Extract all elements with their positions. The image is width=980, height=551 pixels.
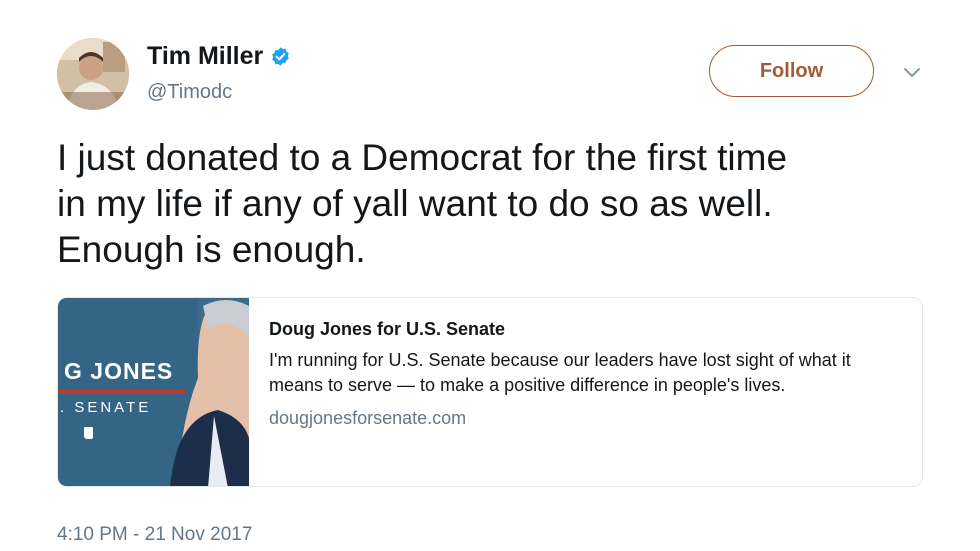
alabama-state-icon (84, 427, 93, 439)
link-card-domain[interactable]: dougjonesforsenate.com (269, 406, 909, 430)
chevron-down-icon[interactable] (902, 66, 922, 80)
tweet-timestamp[interactable]: 4:10 PM - 21 Nov 2017 (57, 524, 252, 546)
link-card-body: Doug Jones for U.S. Senate I'm running f… (269, 317, 909, 430)
author-handle[interactable]: @Timodc (147, 81, 232, 104)
author-display-name[interactable]: Tim Miller (147, 42, 263, 71)
link-card-description: I'm running for U.S. Senate because our … (269, 350, 851, 395)
card-image-name-text: G JONES (64, 358, 174, 384)
link-card-image[interactable]: G JONES . SENATE (58, 298, 249, 486)
tweet-text: I just donated to a Democrat for the fir… (57, 137, 788, 270)
follow-button[interactable]: Follow (709, 45, 874, 97)
link-card[interactable]: G JONES . SENATE Doug Jones for U.S. Sen… (57, 297, 923, 487)
author-avatar[interactable] (57, 38, 129, 110)
link-card-title[interactable]: Doug Jones for U.S. Senate (269, 317, 909, 341)
avatar-photo (57, 38, 129, 110)
card-image-red-rule (58, 390, 185, 394)
author-name-row: Tim Miller (147, 42, 291, 71)
card-image-office-text: . SENATE (60, 399, 152, 416)
verified-badge-icon (270, 46, 291, 67)
